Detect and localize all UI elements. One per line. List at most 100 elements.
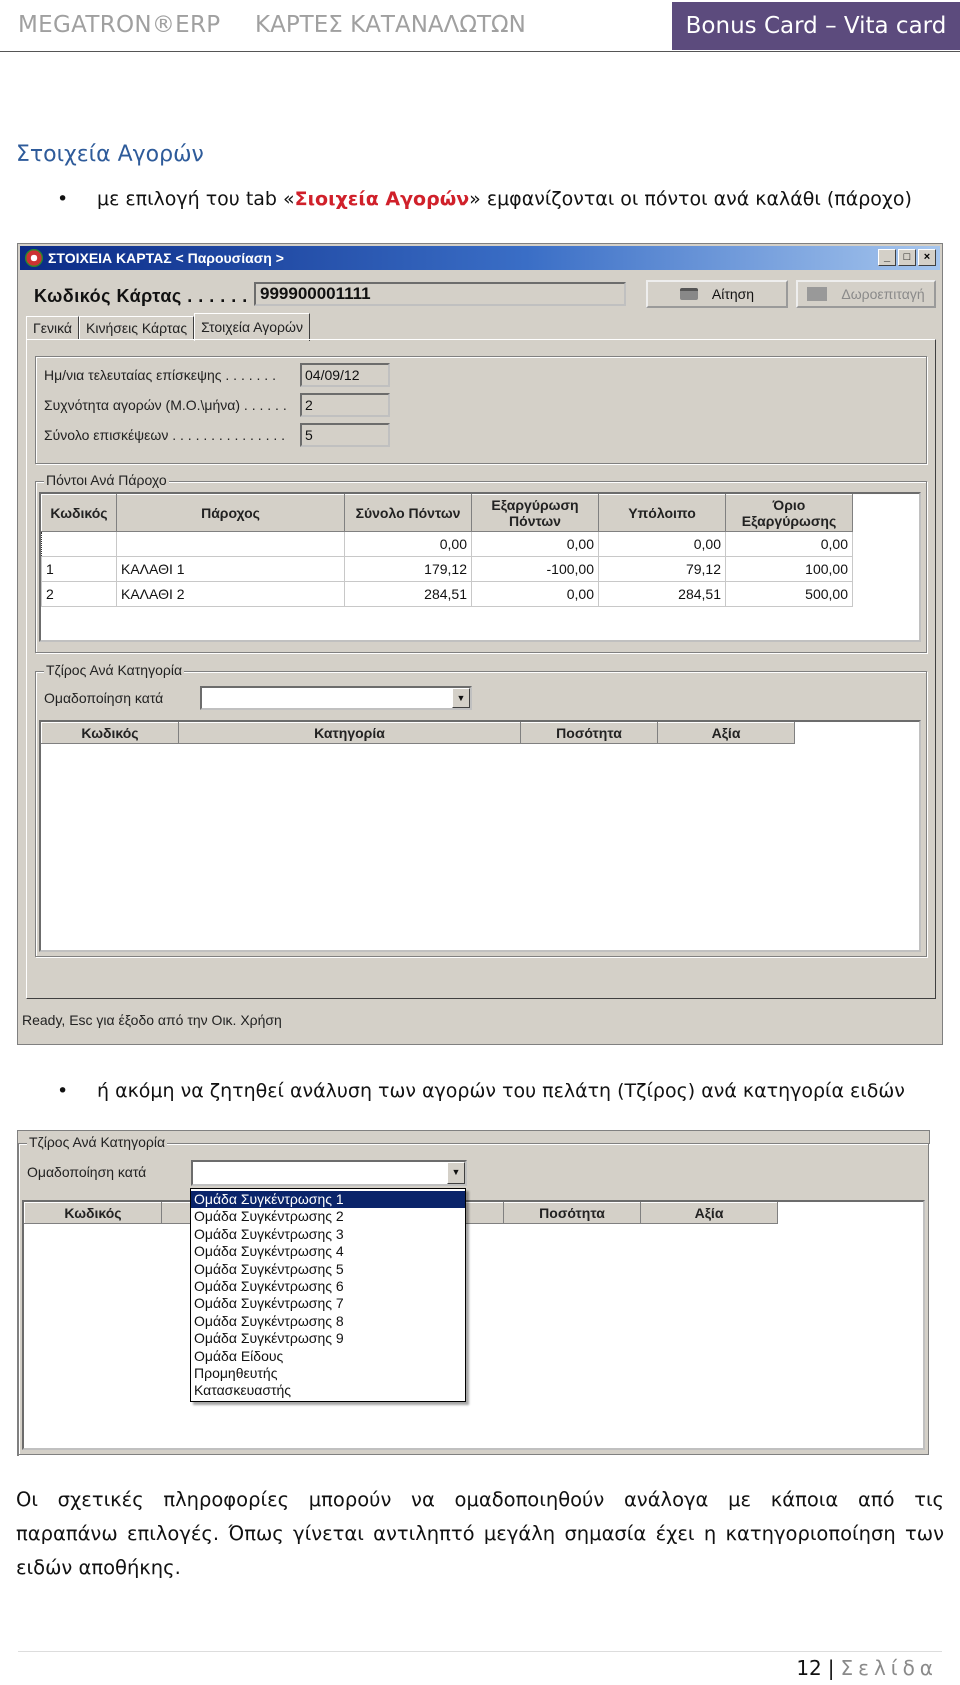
group-by-label: Ομαδοποίηση κατά <box>44 690 164 706</box>
cell-code[interactable]: 2 <box>41 581 117 607</box>
turnover-group-title: Τζίρος Ανά Κατηγορία <box>44 662 185 678</box>
bullet-text: ή ακόμη να ζητηθεί ανάλυση των αγορών το… <box>97 1080 905 1102</box>
chevron-down-icon[interactable]: ▼ <box>452 688 470 708</box>
gift-voucher-button[interactable]: Δωροεπιταγή <box>796 280 936 308</box>
page-header: MEGATRON®ERP ΚΑΡΤΕΣ ΚΑΤΑΝΑΛΩΤΩΝ Bonus Ca… <box>0 0 960 52</box>
dropdown-option[interactable]: Ομάδα Συγκέντρωσης 4 <box>191 1243 465 1260</box>
tab-general[interactable]: Γενικά <box>26 316 79 340</box>
category-grid[interactable]: Κωδικός Ποσότητα Αξία <box>22 1200 925 1450</box>
dropdown-option[interactable]: Κατασκευαστής <box>191 1382 465 1399</box>
cell-redeemed-points[interactable]: 0,00 <box>471 531 599 557</box>
card-code-field[interactable]: 999900001111 <box>254 282 626 306</box>
printer-icon <box>679 288 698 300</box>
dropdown-option[interactable]: Ομάδα Συγκέντρωσης 5 <box>191 1261 465 1278</box>
page-footer: 12 | Σελίδα <box>796 1656 938 1680</box>
cell-redeem-limit[interactable]: 100,00 <box>725 556 853 582</box>
bullet-turnover-analysis: • ή ακόμη να ζητηθεί ανάλυση των αγορών … <box>57 1080 905 1102</box>
total-visits-field[interactable]: 5 <box>300 423 390 447</box>
tab-panel: Ημ/νια τελευταίας επίσκεψης . . . . . . … <box>26 339 936 999</box>
group-by-dropdown-list[interactable]: Ομάδα Συγκέντρωσης 1 Ομάδα Συγκέντρωσης … <box>190 1188 466 1402</box>
points-group-title: Πόντοι Ανά Πάροχο <box>44 472 169 488</box>
col-quantity[interactable]: Ποσότητα <box>503 1202 641 1224</box>
col-value[interactable]: Αξία <box>640 1202 778 1224</box>
total-visits-label: Σύνολο επισκέψεων . . . . . . . . . . . … <box>44 427 286 443</box>
category-grid[interactable]: Κωδικός Κατηγορία Ποσότητα Αξία <box>39 720 921 952</box>
table-row[interactable]: 0,00 0,00 0,00 0,00 <box>41 531 853 557</box>
col-category[interactable]: Κατηγορία <box>178 722 521 744</box>
turnover-per-category-group: Τζίρος Ανά Κατηγορία Ομαδοποίηση κατά ▼ … <box>18 1134 929 1455</box>
turnover-group-title: Τζίρος Ανά Κατηγορία <box>27 1134 168 1150</box>
table-row[interactable]: 2 ΚΑΛΑΘΙ 2 284,51 0,00 284,51 500,00 <box>41 581 853 607</box>
dropdown-option[interactable]: Ομάδα Είδους <box>191 1348 465 1365</box>
last-visit-field[interactable]: 04/09/12 <box>300 363 390 387</box>
dropdown-option[interactable]: Ομάδα Συγκέντρωσης 1 <box>191 1191 465 1209</box>
cell-balance[interactable]: 79,12 <box>598 556 726 582</box>
status-bar: Ready, Esc για έξοδο από την Οικ. Χρήση <box>22 1012 282 1028</box>
col-code[interactable]: Κωδικός <box>41 494 117 532</box>
page-number: 12 <box>796 1656 822 1680</box>
tab-card-movements[interactable]: Κινήσεις Κάρτας <box>79 316 195 340</box>
dropdown-option[interactable]: Προμηθευτής <box>191 1365 465 1382</box>
cell-provider[interactable]: ΚΑΛΑΘΙ 2 <box>116 581 345 607</box>
col-total-points[interactable]: Σύνολο Πόντων <box>344 494 472 532</box>
group-by-select[interactable]: ▼ <box>191 1160 467 1186</box>
col-code[interactable]: Κωδικός <box>41 722 179 744</box>
cell-code[interactable]: 1 <box>41 556 117 582</box>
cell-redeem-limit[interactable]: 500,00 <box>725 581 853 607</box>
card-code-label: Κωδικός Κάρτας . . . . . . <box>34 286 248 306</box>
bullet-text-after: » εμφανίζονται οι πόντοι ανά καλάθι (πάρ… <box>469 188 912 210</box>
cell-total-points[interactable]: 179,12 <box>344 556 472 582</box>
col-code[interactable]: Κωδικός <box>24 1202 162 1224</box>
dropdown-option[interactable]: Ομάδα Συγκέντρωσης 2 <box>191 1208 465 1225</box>
table-row[interactable]: 1 ΚΑΛΑΘΙ 1 179,12 -100,00 79,12 100,00 <box>41 556 853 582</box>
last-visit-label: Ημ/νια τελευταίας επίσκεψης . . . . . . … <box>44 367 276 383</box>
cell-balance[interactable]: 0,00 <box>598 531 726 557</box>
footer-divider <box>18 1651 942 1652</box>
cell-code[interactable] <box>41 531 117 557</box>
app-logo-icon <box>25 249 43 267</box>
dropdown-option[interactable]: Ομάδα Συγκέντρωσης 3 <box>191 1226 465 1243</box>
card-details-window: ΣΤΟΙΧΕΙΑ ΚΑΡΤΑΣ < Παρουσίαση > _ □ × Κωδ… <box>17 243 943 1045</box>
paragraph-line-1: Οι σχετικές πληροφορίες μπορούν να ομαδο… <box>16 1488 944 1511</box>
cell-total-points[interactable]: 284,51 <box>344 581 472 607</box>
purchase-frequency-field[interactable]: 2 <box>300 393 390 417</box>
turnover-per-category-group: Τζίρος Ανά Κατηγορία Ομαδοποίηση κατά ▼ … <box>35 662 927 957</box>
group-by-select[interactable]: ▼ <box>200 686 472 710</box>
minimize-button[interactable]: _ <box>878 249 896 266</box>
footer-separator: | <box>827 1656 835 1680</box>
col-redeemed-points[interactable]: Εξαργύρωση Πόντων <box>471 494 599 532</box>
col-balance[interactable]: Υπόλοιπο <box>598 494 726 532</box>
dropdown-option[interactable]: Ομάδα Συγκέντρωσης 8 <box>191 1313 465 1330</box>
cell-redeem-limit[interactable]: 0,00 <box>725 531 853 557</box>
paragraph-rest: παραπάνω επιλογές. Όπως γίνεται αντιληπτ… <box>16 1522 944 1579</box>
dropdown-option[interactable]: Ομάδα Συγκέντρωσης 9 <box>191 1330 465 1347</box>
window-title: ΣΤΟΙΧΕΙΑ ΚΑΡΤΑΣ < Παρουσίαση > <box>48 250 284 266</box>
bullet-purchases-tab: • με επιλογή του tab «Σιοιχεία Αγορών» ε… <box>57 188 912 210</box>
bullet-text-before: με επιλογή του tab « <box>97 188 295 210</box>
col-provider[interactable]: Πάροχος <box>116 494 345 532</box>
header-badge: Bonus Card – Vita card <box>672 2 960 50</box>
turnover-dropdown-screenshot: Τζίρος Ανά Κατηγορία Ομαδοποίηση κατά ▼ … <box>17 1130 930 1456</box>
col-value[interactable]: Αξία <box>657 722 795 744</box>
tab-purchase-details[interactable]: Στοιχεία Αγορών <box>194 313 310 341</box>
chevron-down-icon[interactable]: ▼ <box>447 1162 465 1184</box>
points-grid[interactable]: Κωδικός Πάροχος Σύνολο Πόντων Εξαργύρωση… <box>39 492 921 642</box>
close-button[interactable]: × <box>918 249 936 266</box>
cell-total-points[interactable]: 0,00 <box>344 531 472 557</box>
bullet-text-accent: Σιοιχεία Αγορών <box>294 188 470 210</box>
col-redeem-limit[interactable]: Όριο Εξαργύρωσης <box>725 494 853 532</box>
purchase-frequency-label: Συχνότητα αγορών (Μ.Ο.\μήνα) . . . . . . <box>44 397 287 413</box>
cell-redeemed-points[interactable]: -100,00 <box>471 556 599 582</box>
body-paragraph: Οι σχετικές πληροφορίες μπορούν να ομαδο… <box>16 1483 944 1585</box>
col-quantity[interactable]: Ποσότητα <box>520 722 658 744</box>
header-brand: MEGATRON®ERP <box>18 12 221 38</box>
cell-redeemed-points[interactable]: 0,00 <box>471 581 599 607</box>
request-button[interactable]: Αίτηση <box>646 280 788 308</box>
maximize-button[interactable]: □ <box>898 249 916 266</box>
cell-provider[interactable]: ΚΑΛΑΘΙ 1 <box>116 556 345 582</box>
visit-info-group: Ημ/νια τελευταίας επίσκεψης . . . . . . … <box>35 356 927 464</box>
cell-provider[interactable] <box>116 531 345 557</box>
dropdown-option[interactable]: Ομάδα Συγκέντρωσης 7 <box>191 1295 465 1312</box>
dropdown-option[interactable]: Ομάδα Συγκέντρωσης 6 <box>191 1278 465 1295</box>
cell-balance[interactable]: 284,51 <box>598 581 726 607</box>
